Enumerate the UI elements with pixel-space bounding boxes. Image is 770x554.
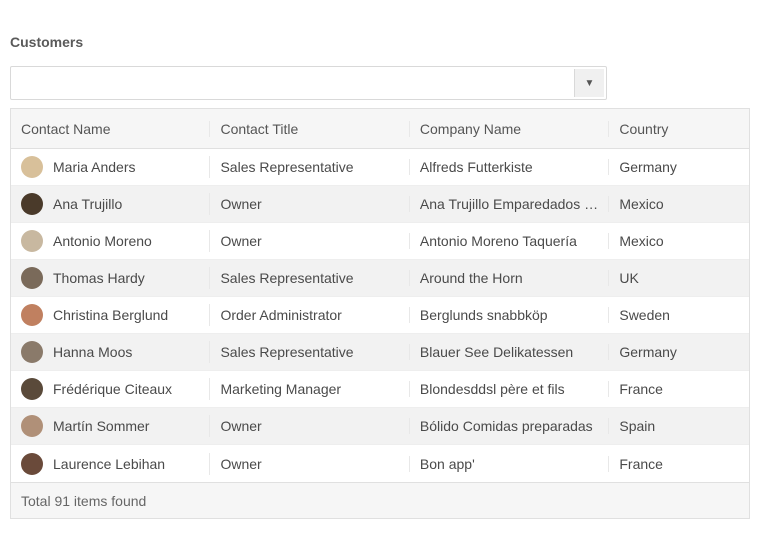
contact-name-text: Ana Trujillo xyxy=(53,196,122,212)
table-row[interactable]: Martín Sommer OwnerBólido Comidas prepara… xyxy=(11,408,749,445)
cell-contact-title: Order Administrator xyxy=(210,307,409,323)
contact-name-text: Laurence Lebihan xyxy=(53,456,165,472)
cell-contact-title: Owner xyxy=(210,418,409,434)
table-row[interactable]: Ana Trujillo OwnerAna Trujillo Emparedado… xyxy=(11,186,749,223)
chevron-down-icon: ▼ xyxy=(585,78,595,89)
cell-contact-name: Martín Sommer xyxy=(11,415,210,437)
cell-contact-title: Sales Representative xyxy=(210,344,409,360)
avatar xyxy=(21,304,43,326)
cell-company-name: Blauer See Delikatessen xyxy=(410,344,609,360)
table-row[interactable]: Maria Anders Sales RepresentativeAlfreds … xyxy=(11,149,749,186)
table-row[interactable]: Frédérique Citeaux Marketing ManagerBlond… xyxy=(11,371,749,408)
column-header-contact-title[interactable]: Contact Title xyxy=(210,121,409,137)
cell-company-name: Bólido Comidas preparadas xyxy=(410,418,609,434)
column-header-company-name[interactable]: Company Name xyxy=(410,121,609,137)
table-row[interactable]: Antonio Moreno OwnerAntonio Moreno Taquer… xyxy=(11,223,749,260)
avatar xyxy=(21,453,43,475)
cell-contact-title: Sales Representative xyxy=(210,270,409,286)
cell-contact-name: Hanna Moos xyxy=(11,341,210,363)
cell-contact-name: Laurence Lebihan xyxy=(11,453,210,475)
contact-name-text: Hanna Moos xyxy=(53,344,132,360)
contact-name-text: Martín Sommer xyxy=(53,418,149,434)
cell-contact-title: Owner xyxy=(210,196,409,212)
table-row[interactable]: Thomas Hardy Sales RepresentativeAround t… xyxy=(11,260,749,297)
avatar xyxy=(21,341,43,363)
footer-text: Total 91 items found xyxy=(21,493,146,509)
cell-company-name: Alfreds Futterkiste xyxy=(410,159,609,175)
avatar xyxy=(21,193,43,215)
cell-contact-name: Frédérique Citeaux xyxy=(11,378,210,400)
table-footer: Total 91 items found xyxy=(11,482,749,518)
cell-contact-name: Antonio Moreno xyxy=(11,230,210,252)
table-header-row: Contact Name Contact Title Company Name … xyxy=(11,109,749,149)
cell-company-name: Around the Horn xyxy=(410,270,609,286)
filter-dropdown[interactable]: ▼ xyxy=(10,66,607,100)
cell-contact-title: Marketing Manager xyxy=(210,381,409,397)
cell-company-name: Blondesddsl père et fils xyxy=(410,381,609,397)
page-title: Customers xyxy=(10,34,760,50)
cell-company-name: Berglunds snabbköp xyxy=(410,307,609,323)
cell-contact-title: Owner xyxy=(210,233,409,249)
avatar xyxy=(21,230,43,252)
avatar xyxy=(21,156,43,178)
cell-country: Germany xyxy=(609,159,749,175)
cell-country: UK xyxy=(609,270,749,286)
cell-contact-name: Ana Trujillo xyxy=(11,193,210,215)
cell-country: France xyxy=(609,456,749,472)
column-header-contact-name[interactable]: Contact Name xyxy=(11,121,210,137)
cell-company-name: Ana Trujillo Emparedados y helados xyxy=(410,196,609,212)
avatar xyxy=(21,378,43,400)
contact-name-text: Frédérique Citeaux xyxy=(53,381,172,397)
cell-country: Sweden xyxy=(609,307,749,323)
cell-contact-title: Owner xyxy=(210,456,409,472)
avatar xyxy=(21,415,43,437)
cell-company-name: Antonio Moreno Taquería xyxy=(410,233,609,249)
cell-contact-name: Christina Berglund xyxy=(11,304,210,326)
table-row[interactable]: Hanna Moos Sales RepresentativeBlauer See… xyxy=(11,334,749,371)
contact-name-text: Christina Berglund xyxy=(53,307,168,323)
contact-name-text: Thomas Hardy xyxy=(53,270,145,286)
customers-table: Contact Name Contact Title Company Name … xyxy=(10,108,750,519)
cell-company-name: Bon app' xyxy=(410,456,609,472)
contact-name-text: Antonio Moreno xyxy=(53,233,152,249)
avatar xyxy=(21,267,43,289)
contact-name-text: Maria Anders xyxy=(53,159,135,175)
cell-country: Germany xyxy=(609,344,749,360)
cell-country: Mexico xyxy=(609,196,749,212)
cell-country: France xyxy=(609,381,749,397)
cell-contact-title: Sales Representative xyxy=(210,159,409,175)
cell-country: Mexico xyxy=(609,233,749,249)
dropdown-toggle-button[interactable]: ▼ xyxy=(574,69,604,97)
column-header-country[interactable]: Country xyxy=(609,121,749,137)
cell-contact-name: Maria Anders xyxy=(11,156,210,178)
cell-contact-name: Thomas Hardy xyxy=(11,267,210,289)
table-row[interactable]: Laurence Lebihan OwnerBon app'France xyxy=(11,445,749,482)
cell-country: Spain xyxy=(609,418,749,434)
table-row[interactable]: Christina Berglund Order AdministratorBer… xyxy=(11,297,749,334)
